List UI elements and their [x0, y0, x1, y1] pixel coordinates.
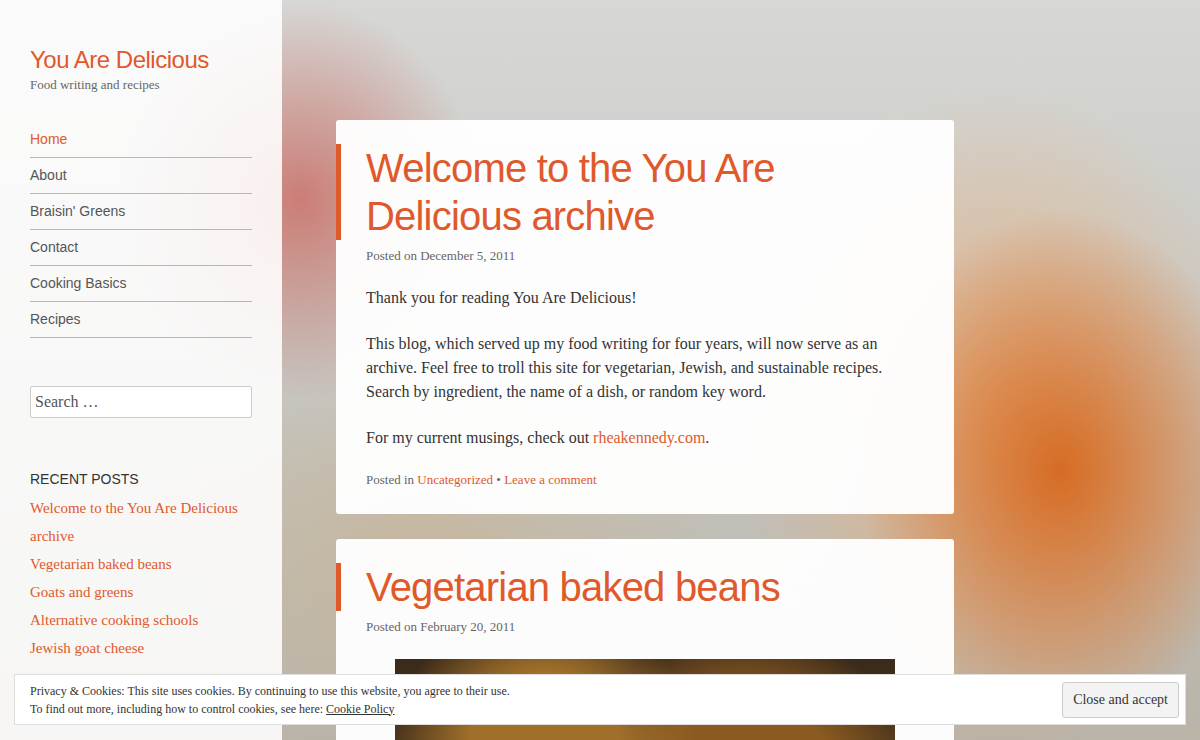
page: You Are DeliciousFood writing and recipe…: [0, 0, 1200, 740]
post-list: Welcome to the You Are Delicious archive…: [282, 0, 954, 740]
post-text: This blog, which served up my food writi…: [366, 335, 882, 400]
nav-item[interactable]: Braisin' Greens: [30, 194, 252, 230]
post-paragraph: This blog, which served up my food writi…: [366, 332, 924, 404]
sidebar: You Are DeliciousFood writing and recipe…: [0, 0, 282, 740]
main-nav: HomeAboutBraisin' GreensContactCooking B…: [30, 122, 252, 338]
nav-item[interactable]: Cooking Basics: [30, 266, 252, 302]
post-title[interactable]: Welcome to the You Are Delicious archive: [336, 144, 924, 240]
recent-posts-heading: RECENT POSTS: [30, 470, 252, 488]
post-paragraph: Thank you for reading You Are Delicious!: [366, 286, 924, 310]
recent-post-link[interactable]: Goats and greens: [30, 578, 252, 606]
cookie-policy-link[interactable]: Cookie Policy: [326, 702, 394, 716]
post-title[interactable]: Vegetarian baked beans: [336, 563, 924, 611]
cookie-banner: Privacy & Cookies: This site uses cookie…: [14, 674, 1186, 725]
recent-post-link[interactable]: Jewish goat cheese: [30, 634, 252, 662]
post-footer: Posted in Uncategorized • Leave a commen…: [366, 472, 924, 488]
post-paragraph: For my current musings, check out rheake…: [366, 426, 924, 450]
nav-item[interactable]: Recipes: [30, 302, 252, 338]
post-card: Welcome to the You Are Delicious archive…: [336, 120, 954, 514]
comment-link[interactable]: Leave a comment: [504, 472, 596, 487]
search-input[interactable]: [30, 386, 252, 418]
nav-item[interactable]: Home: [30, 122, 252, 158]
post-link[interactable]: rheakennedy.com: [593, 429, 705, 446]
recent-post-link[interactable]: Welcome to the You Are Delicious archive: [30, 494, 252, 550]
recent-post-link[interactable]: Vegetarian baked beans: [30, 550, 252, 578]
footer-separator: •: [493, 472, 504, 487]
post-text: For my current musings, check out: [366, 429, 593, 446]
close-accept-button[interactable]: Close and accept: [1062, 682, 1179, 718]
site-tagline: Food writing and recipes: [30, 76, 252, 94]
nav-item[interactable]: Contact: [30, 230, 252, 266]
cookie-text: Privacy & Cookies: This site uses cookie…: [30, 682, 510, 718]
posted-in-label: Posted in: [366, 472, 417, 487]
cookie-line: To find out more, including how to contr…: [30, 700, 510, 718]
post-text: .: [705, 429, 709, 446]
post-text: Thank you for reading You Are Delicious!: [366, 289, 637, 306]
recent-posts-list: Welcome to the You Are Delicious archive…: [30, 494, 252, 662]
cookie-line: Privacy & Cookies: This site uses cookie…: [30, 682, 510, 700]
recent-post-link[interactable]: Alternative cooking schools: [30, 606, 252, 634]
category-link[interactable]: Uncategorized: [417, 472, 493, 487]
nav-item[interactable]: About: [30, 158, 252, 194]
post-date: Posted on December 5, 2011: [366, 248, 924, 264]
site-title[interactable]: You Are Delicious: [30, 44, 252, 76]
post-date: Posted on February 20, 2011: [366, 619, 924, 635]
